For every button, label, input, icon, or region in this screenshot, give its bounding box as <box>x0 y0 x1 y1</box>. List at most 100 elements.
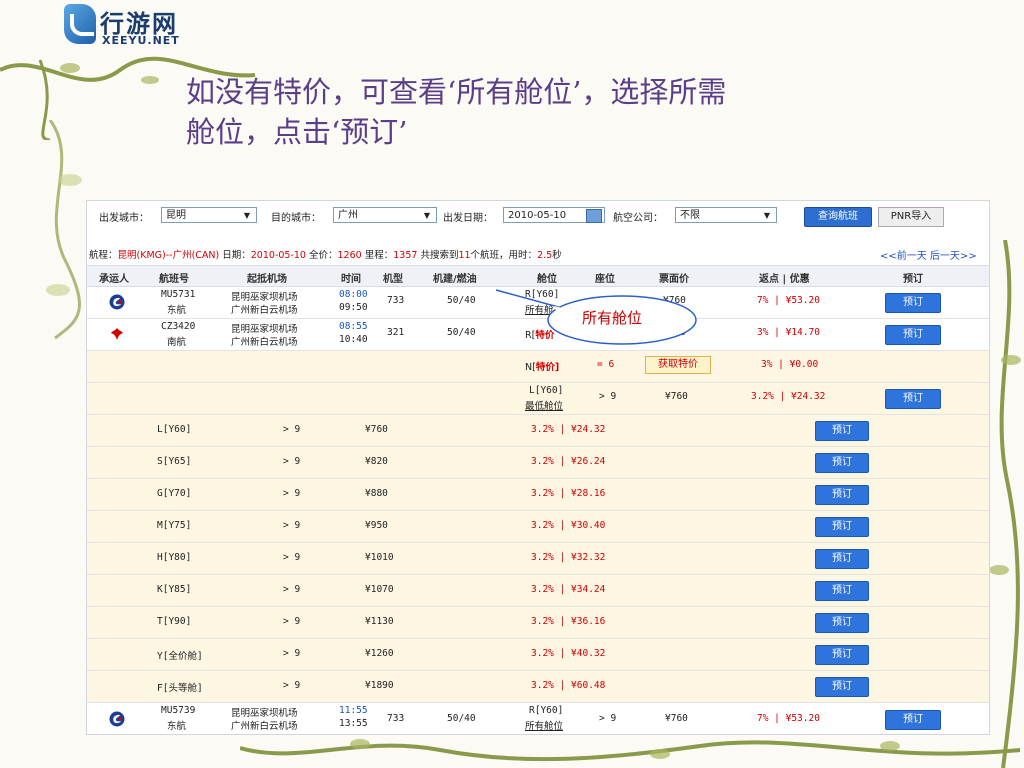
cabin-row: K[Y85] > 9 ¥1070 3.2% | ¥34.24 预订 <box>87 575 989 607</box>
seat-count: > 9 <box>283 488 301 499</box>
book-button[interactable]: 预订 <box>885 325 941 345</box>
day-navigation-link[interactable]: <<前一天 后一天>> <box>880 247 977 262</box>
book-button[interactable]: 预订 <box>815 421 869 441</box>
seat-count: > 9 <box>599 391 617 402</box>
rebate: 7% | ¥53.20 <box>757 295 820 306</box>
from-city-select[interactable]: 昆明 ▼ <box>161 207 257 223</box>
rebate: 7% | ¥53.20 <box>757 713 820 724</box>
callout-text: 所有舱位 <box>582 309 643 327</box>
airline-select[interactable]: 不限 ▼ <box>675 207 777 223</box>
cabin-row: S[Y65] > 9 ¥820 3.2% | ¥26.24 预订 <box>87 447 989 479</box>
summary-time-label: 个航班，用时： <box>470 250 538 261</box>
rebate: 3% | ¥14.70 <box>757 327 820 338</box>
dep-airport: 昆明巫家坝机场 <box>231 324 298 335</box>
cabin-code: L[Y60] <box>157 424 192 435</box>
cabin-row: T[Y90] > 9 ¥1130 3.2% | ¥36.16 预订 <box>87 607 989 639</box>
rebate: 3.2% | ¥36.16 <box>531 616 606 627</box>
arr-airport: 广州新白云机场 <box>231 721 298 732</box>
header-price: 票面价 <box>659 274 689 285</box>
cabin-row: M[Y75] > 9 ¥950 3.2% | ¥30.40 预订 <box>87 511 989 543</box>
ticket-price: ¥760 <box>365 424 388 435</box>
header-time: 时间 <box>341 274 361 285</box>
book-button[interactable]: 预订 <box>815 485 869 505</box>
cabin-code: S[Y65] <box>157 456 192 467</box>
arr-time: 09:50 <box>339 302 368 313</box>
cabin-code: G[Y70] <box>157 488 192 499</box>
seat-count: > 9 <box>283 424 301 435</box>
cabin-code: T[Y90] <box>157 616 192 627</box>
dep-time: 08:55 <box>339 321 368 332</box>
header-seats: 座位 <box>595 274 615 285</box>
date-value: 2010-05-10 <box>508 210 567 221</box>
to-city-select[interactable]: 广州 ▼ <box>333 207 437 223</box>
book-button[interactable]: 预订 <box>815 517 869 537</box>
ticket-price: ¥1260 <box>365 648 394 659</box>
book-button[interactable]: 预订 <box>885 293 941 313</box>
cabin-code: L[Y60] <box>529 385 564 396</box>
cabin-suffix: ] <box>554 362 560 373</box>
seat-count: > 9 <box>283 616 301 627</box>
ticket-price: ¥760 <box>665 391 688 402</box>
header-flight-no: 航班号 <box>159 274 189 285</box>
callout-label: 所有舱位 <box>546 296 698 346</box>
ticket-price: ¥1010 <box>365 552 394 563</box>
seat-count: > 9 <box>283 520 301 531</box>
ticket-price: ¥880 <box>365 488 388 499</box>
summary-date: 2010-05-10 <box>250 250 306 261</box>
cabin-row: Y[全价舱] > 9 ¥1260 3.2% | ¥40.32 预订 <box>87 639 989 671</box>
china-eastern-logo-icon <box>109 711 125 727</box>
cabin-code: F[头等舱] <box>157 683 203 694</box>
logo-en-text: XEEYU.NET <box>102 34 180 47</box>
rebate: 3.2% | ¥24.32 <box>531 424 606 435</box>
table-row: MU5731 东航 昆明巫家坝机场 广州新白云机场 08:00 09:50 73… <box>87 287 989 319</box>
pnr-import-button[interactable]: PNR导入 <box>878 207 944 227</box>
lowest-cabin-link[interactable]: 最低舱位 <box>525 398 563 412</box>
rebate: 3.2% | ¥60.48 <box>531 680 606 691</box>
rebate: 3.2% | ¥32.32 <box>531 552 606 563</box>
cabin-prefix: N[ <box>525 362 536 373</box>
flight-no: CZ3420 <box>161 321 196 332</box>
summary-time: 2.5 <box>537 250 553 261</box>
summary-mileage-label: 里程： <box>361 250 394 261</box>
arr-time: 13:55 <box>339 718 368 729</box>
book-button[interactable]: 预订 <box>885 389 941 409</box>
rebate: 3.2% | ¥28.16 <box>531 488 606 499</box>
airline-name: 东航 <box>167 721 187 732</box>
book-button[interactable]: 预订 <box>815 613 869 633</box>
slide-title-line-2: 舱位，点击‘预订’ <box>186 115 408 149</box>
rebate: 3.2% | ¥40.32 <box>531 648 606 659</box>
header-book: 预订 <box>903 274 923 285</box>
rebate: 3.2% | ¥24.32 <box>751 391 826 402</box>
calendar-icon[interactable] <box>586 209 602 223</box>
cabin-row: G[Y70] > 9 ¥880 3.2% | ¥28.16 预订 <box>87 479 989 511</box>
cabin-code: Y[全价舱] <box>157 651 203 662</box>
date-input[interactable]: 2010-05-10 <box>503 207 605 223</box>
search-flights-button[interactable]: 查询航班 <box>804 207 872 227</box>
book-button[interactable]: 预订 <box>815 581 869 601</box>
book-button[interactable]: 预订 <box>815 549 869 569</box>
airport-tax: 50/40 <box>447 713 476 724</box>
all-cabins-link[interactable]: 所有舱位 <box>525 718 563 732</box>
rebate: 3% | ¥0.00 <box>761 359 819 370</box>
book-button[interactable]: 预订 <box>815 453 869 473</box>
summary-count-label: 共搜索到 <box>417 250 459 261</box>
flight-search-panel: 出发城市： 昆明 ▼ 目的城市： 广州 ▼ 出发日期： 2010-05-10 航空公… <box>86 200 990 735</box>
cabin-code: K[Y85] <box>157 584 192 595</box>
slide-title: 如没有特价，可查看‘所有舱位’，选择所需 舱位，点击‘预订’ <box>186 72 886 152</box>
aircraft-type: 733 <box>387 295 405 306</box>
ticket-price: ¥1130 <box>365 616 394 627</box>
aircraft-type: 733 <box>387 713 405 724</box>
book-button[interactable]: 预订 <box>815 677 869 697</box>
cabin-code: M[Y75] <box>157 520 192 531</box>
china-southern-logo-icon <box>111 328 123 340</box>
book-button[interactable]: 预订 <box>815 645 869 665</box>
get-special-price-button[interactable]: 获取特价 <box>645 356 711 374</box>
header-cabin: 舱位 <box>537 274 557 285</box>
logo-mark-icon <box>64 4 96 44</box>
rebate: 3.2% | ¥26.24 <box>531 456 606 467</box>
book-button[interactable]: 预订 <box>885 710 941 730</box>
airline-name: 南航 <box>167 337 187 348</box>
summary-route-label: 航程： <box>89 250 118 261</box>
cabin-row: F[头等舱] > 9 ¥1890 3.2% | ¥60.48 预订 <box>87 671 989 703</box>
cabin-row: L[Y60] > 9 ¥760 3.2% | ¥24.32 预订 <box>87 415 989 447</box>
